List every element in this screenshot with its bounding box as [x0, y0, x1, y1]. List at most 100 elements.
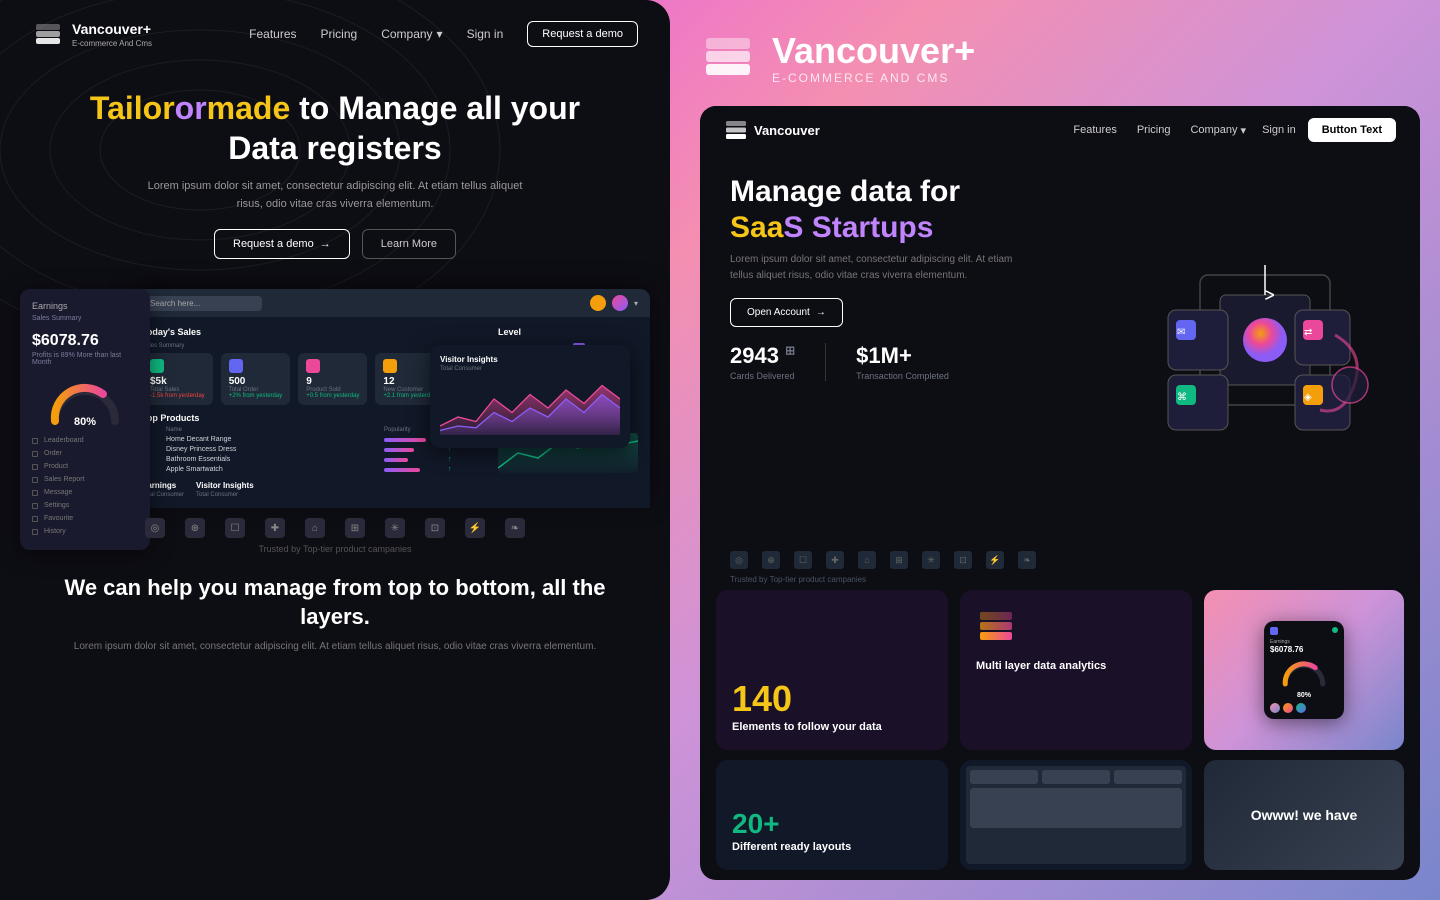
visitor-sub: Total Consumer: [196, 492, 254, 498]
right-hero-description: Lorem ipsum dolor sit amet, consectetur …: [730, 252, 1030, 284]
right-preview-card: Vancouver Features Pricing Company ▾ Sig…: [700, 106, 1420, 880]
avatar-icon[interactable]: [612, 295, 628, 311]
multilayer-text: Multi layer data analytics: [976, 659, 1176, 673]
left-logo: Vancouver+ E-commerce And Cms: [32, 18, 249, 50]
brand-logo-9: ⚡: [465, 518, 485, 538]
mini-stat: [1042, 770, 1110, 784]
popularity-bar: [384, 448, 414, 452]
search-bar[interactable]: Search here...: [142, 296, 262, 311]
bottom-cards: 140 Elements to follow your data: [700, 590, 1420, 760]
sidebar-dot: [32, 464, 38, 470]
notification-icon[interactable]: [590, 295, 606, 311]
sidebar-dot: [32, 477, 38, 483]
learn-more-button[interactable]: Learn More: [362, 229, 456, 259]
right-logo-icon: [724, 118, 748, 142]
mobile-preview: Earnings $6078.76: [1264, 621, 1344, 719]
mobile-logo: [1270, 627, 1278, 635]
product-name: Bathroom Essentials: [166, 456, 380, 463]
nav-company-right[interactable]: Company ▾: [1190, 124, 1246, 137]
mini-stat: [970, 770, 1038, 784]
earnings-sub-text: Profits is 89% More than last Month: [32, 352, 138, 366]
stat-divider: [825, 343, 826, 381]
left-bottom-headline: We can help you manage from top to botto…: [60, 574, 610, 631]
brand-header: Vancouver+ E-COMMERCE AND CMS: [700, 30, 1420, 86]
col-name: Name: [166, 427, 380, 433]
sidebar-item-order[interactable]: Order: [32, 447, 138, 460]
left-headline: Tailorormade to Manage all yourData regi…: [60, 88, 610, 168]
product-icon: [306, 359, 320, 373]
mini-stats: [970, 770, 1182, 784]
card-num-140: 140: [732, 678, 932, 720]
sales-icon: [150, 359, 164, 373]
chevron-down-icon: ▾: [1241, 124, 1247, 137]
today-sales-title: Today's Sales: [142, 327, 488, 337]
nav-company-left[interactable]: Company ▾: [381, 27, 442, 41]
dashboard-topbar: Search here... ▾: [130, 289, 650, 317]
svg-text:⇄: ⇄: [1304, 327, 1312, 338]
product-sales: ↑: [448, 456, 488, 463]
nav-pricing-left[interactable]: Pricing: [321, 27, 358, 41]
mini-chart: [970, 788, 1182, 828]
visitor-sub-text: Total Consumer: [440, 366, 620, 372]
popularity-bar: [384, 468, 420, 472]
sidebar-item-product[interactable]: Product: [32, 460, 138, 473]
stat-value-customer: 12: [383, 376, 436, 387]
bottom-row: Earnings Total Consumer Visitor Insights…: [142, 481, 488, 498]
earnings-label: Earnings: [32, 301, 138, 311]
nav-features-left[interactable]: Features: [249, 27, 296, 41]
brand-logo-8: ⊡: [425, 518, 445, 538]
right-signin[interactable]: Sign in: [1262, 124, 1296, 136]
card-owww: Owww! we have: [1204, 760, 1404, 870]
right-logo-text: Vancouver: [754, 123, 820, 138]
stat-label-transaction: Transaction Completed: [856, 371, 949, 381]
popularity-bar: [384, 438, 426, 442]
right-hero-area: Manage data for SaaS Startups Lorem ipsu…: [700, 154, 1420, 545]
sidebar-dot: [32, 451, 38, 457]
nav-features-right[interactable]: Features: [1073, 124, 1116, 136]
trusted-left: Trusted by Top-tier product campanies: [0, 544, 670, 558]
visitor-title: Visitor Insights: [196, 481, 254, 490]
bottom-cards-row2: 20+ Different ready layouts Owww: [700, 760, 1420, 880]
brand-title: Vancouver+: [772, 31, 975, 71]
brand-logo-6: ⊞: [345, 518, 365, 538]
brand-logo-r-10: ❧: [1018, 551, 1036, 569]
stat-change-order: +2% from yesterday: [229, 393, 283, 399]
left-nav-links: Features Pricing Company ▾ Sign in Reque…: [249, 21, 638, 47]
brand-logo-r-1: ◎: [730, 551, 748, 569]
button-text-right[interactable]: Button Text: [1308, 118, 1396, 142]
left-logo-icon: [32, 18, 64, 50]
earnings-gauge: 80%: [32, 376, 138, 426]
chevron-down-icon: ▾: [437, 27, 443, 41]
open-account-button[interactable]: Open Account →: [730, 298, 843, 327]
trusted-right: Trusted by Top-tier product campanies: [700, 575, 1420, 590]
headline-yellow2: made: [207, 90, 291, 126]
card-num-20plus: 20+: [732, 808, 932, 840]
visitor-insights-title: Visitor Insights: [440, 355, 620, 364]
product-name: Disney Princess Dress: [166, 446, 380, 453]
card-dashboard-preview: [960, 760, 1192, 870]
chevron-down-icon: ▾: [634, 299, 638, 308]
brand-logo-r-5: ⌂: [858, 551, 876, 569]
table-row: 04 Apple Smartwatch ↑: [142, 466, 488, 473]
mobile-earnings-val: $6078.76: [1270, 645, 1338, 654]
request-demo-button-hero[interactable]: Request a demo →: [214, 229, 350, 259]
arrow-right-icon: →: [816, 307, 826, 318]
brand-logo-r-7: ✳: [922, 551, 940, 569]
mobile-avatar-2: [1283, 703, 1293, 713]
sidebar-item-leaderboard[interactable]: Leaderboard: [32, 434, 138, 447]
brand-logo-3: ☐: [225, 518, 245, 538]
product-name: Apple Smartwatch: [166, 466, 380, 473]
brand-logo-icon: [700, 30, 756, 86]
svg-text:◈: ◈: [1304, 392, 1312, 403]
request-demo-button-left[interactable]: Request a demo: [527, 21, 638, 47]
sidebar-item-message[interactable]: Message: [32, 486, 138, 499]
right-hero-content: Manage data for SaaS Startups Lorem ipsu…: [730, 174, 1110, 535]
brand-sub: E-COMMERCE AND CMS: [772, 71, 975, 85]
mini-dashboard: [966, 766, 1186, 864]
stat-transaction: $1M+ Transaction Completed: [856, 343, 949, 381]
nav-pricing-right[interactable]: Pricing: [1137, 124, 1171, 136]
nav-signin-left[interactable]: Sign in: [467, 27, 504, 41]
sidebar-item-sales-report[interactable]: Sales Report: [32, 473, 138, 486]
left-bottom-desc: Lorem ipsum dolor sit amet, consectetur …: [60, 639, 610, 655]
stat-change-product: +0.5 from yesterday: [306, 393, 359, 399]
